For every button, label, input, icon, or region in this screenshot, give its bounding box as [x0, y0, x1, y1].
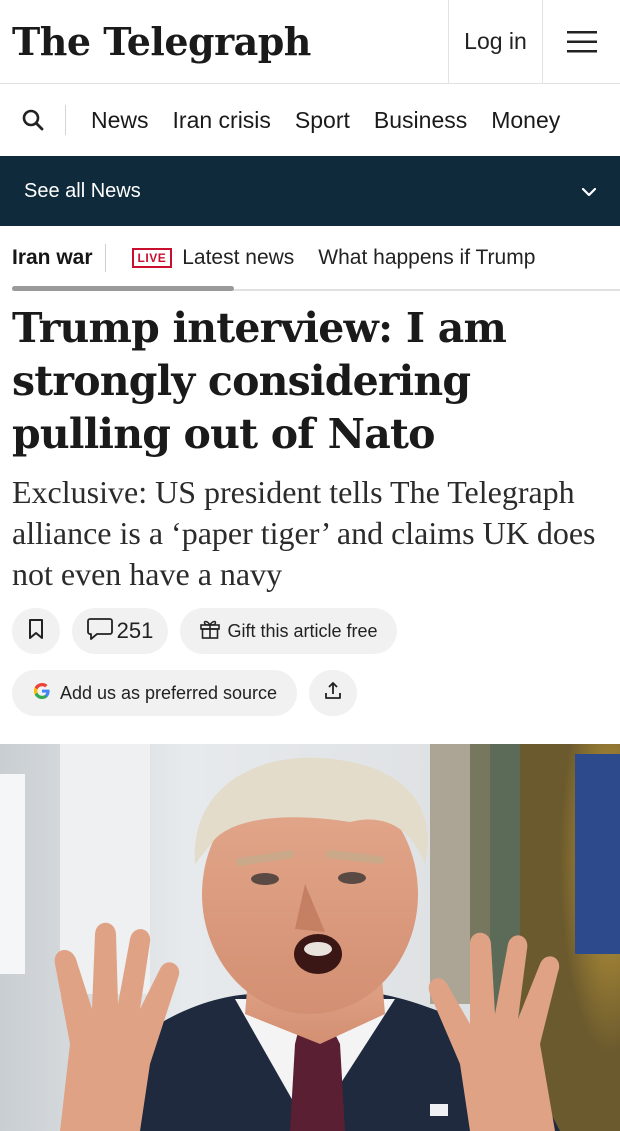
topic-iran-war[interactable]: Iran war [0, 244, 106, 272]
nav-item-sport[interactable]: Sport [295, 107, 350, 134]
topic-what-happens[interactable]: What happens if Trump [318, 246, 535, 270]
article-standfirst: Exclusive: US president tells The Telegr… [12, 474, 596, 592]
comments-button[interactable]: 251 [72, 608, 168, 654]
comment-icon [86, 617, 113, 646]
google-g-icon [32, 681, 52, 706]
gift-article-label: Gift this article free [227, 620, 378, 641]
gift-article-button[interactable]: Gift this article free [180, 608, 397, 654]
main-nav: News Iran crisis Sport Business Money [0, 84, 620, 156]
hamburger-menu-icon[interactable] [542, 0, 620, 83]
telegraph-logo[interactable]: The Telegraph [0, 0, 448, 83]
preferred-source-label: Add us as preferred source [59, 682, 278, 703]
topic-latest-news[interactable]: Latest news [182, 246, 294, 270]
topic-fade [560, 226, 620, 290]
preferred-source-button[interactable]: Add us as preferred source [12, 670, 297, 716]
bookmark-button[interactable] [12, 608, 60, 654]
article-headline: Trump interview: I am strongly consideri… [12, 304, 507, 458]
share-button[interactable] [309, 670, 357, 716]
nav-item-money[interactable]: Money [491, 107, 560, 134]
comment-count: 251 [116, 618, 154, 643]
see-all-news-bar[interactable]: See all News [0, 156, 620, 226]
topic-scroll-thumb[interactable] [12, 286, 234, 291]
bookmark-icon [28, 618, 44, 645]
chevron-down-icon [581, 180, 597, 203]
gift-icon [199, 619, 221, 644]
nav-item-iran-crisis[interactable]: Iran crisis [173, 107, 271, 134]
topic-strip: Iran war LIVE Latest news What happens i… [0, 226, 620, 290]
login-button[interactable]: Log in [448, 0, 542, 83]
article-photo[interactable] [0, 744, 620, 1131]
nav-item-news[interactable]: News [91, 107, 149, 134]
see-all-news-label: See all News [24, 179, 141, 202]
search-icon[interactable] [0, 105, 66, 135]
live-badge: LIVE [131, 248, 173, 268]
nav-items: News Iran crisis Sport Business Money [66, 107, 560, 134]
share-icon [323, 681, 343, 706]
nav-item-business[interactable]: Business [374, 107, 467, 134]
site-header: The Telegraph Log in [0, 0, 620, 84]
